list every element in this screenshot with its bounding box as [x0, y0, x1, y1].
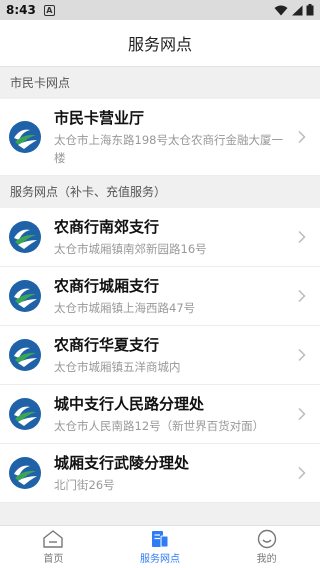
service-points-list[interactable]: 市民卡网点 市民卡营业厅 太仓市上海东路198号太仓农商行金融大厦一楼 服务网点… [0, 67, 320, 525]
tab-service-points-label: 服务网点 [140, 554, 180, 565]
tab-home-label: 首页 [43, 554, 64, 565]
tab-profile[interactable]: 我的 [213, 526, 320, 568]
wifi-icon [274, 5, 288, 15]
chevron-right-icon [298, 289, 306, 303]
chevron-right-icon [298, 230, 306, 244]
bank-logo-icon [9, 398, 41, 430]
item-name: 城中支行人民路分理处 [54, 395, 205, 413]
list-item[interactable]: 农商行城厢支行 太仓市城厢镇上海西路47号 [0, 267, 320, 326]
bank-logo-icon [9, 339, 41, 371]
item-address: 太仓市城厢镇五洋商城内 [54, 360, 181, 374]
chevron-right-icon [298, 348, 306, 362]
status-bar: 8:43 A [0, 0, 320, 20]
page-title: 服务网点 [127, 35, 192, 54]
section-header-citizen-card: 市民卡网点 [0, 67, 320, 99]
smiley-profile-icon [257, 529, 276, 549]
tab-profile-label: 我的 [256, 554, 277, 565]
list-item[interactable]: 农商行南郊支行 太仓市城厢镇南郊新园路16号 [0, 208, 320, 267]
item-address: 太仓市上海东路198号太仓农商行金融大厦一楼 [54, 133, 283, 165]
chevron-right-icon [298, 466, 306, 480]
app-header: 服务网点 [0, 20, 320, 67]
item-name: 农商行华夏支行 [54, 336, 160, 354]
section-header-service-points: 服务网点（补卡、充值服务） [0, 176, 320, 208]
status-time: 8:43 [6, 3, 36, 17]
service-points-icon [152, 531, 169, 548]
list-item[interactable]: 农商行华夏支行 太仓市城厢镇五洋商城内 [0, 326, 320, 385]
bottom-tab-bar: 首页 服务网点 我的 [0, 525, 320, 568]
chevron-right-icon [298, 407, 306, 421]
item-name: 农商行城厢支行 [54, 277, 160, 295]
item-name: 农商行南郊支行 [54, 218, 160, 236]
tab-service-points[interactable]: 服务网点 [107, 526, 214, 568]
item-address: 太仓市城厢镇南郊新园路16号 [54, 242, 207, 256]
bank-logo-icon [9, 280, 41, 312]
bank-logo-icon [9, 457, 41, 489]
item-address: 北门街26号 [54, 478, 115, 492]
item-name: 市民卡营业厅 [54, 109, 145, 127]
list-item[interactable]: 市民卡营业厅 太仓市上海东路198号太仓农商行金融大厦一楼 [0, 99, 320, 176]
notification-a-icon: A [43, 4, 55, 16]
bank-logo-icon [9, 221, 41, 253]
home-icon [43, 530, 64, 548]
status-icons [274, 4, 314, 16]
tab-home[interactable]: 首页 [0, 526, 107, 568]
chevron-right-icon [298, 130, 306, 144]
list-item[interactable]: 城厢支行武陵分理处 北门街26号 [0, 444, 320, 503]
signal-icon [292, 5, 303, 15]
bank-logo-icon [9, 121, 41, 153]
item-address: 太仓市人民南路12号（新世界百货对面） [54, 419, 265, 433]
item-name: 城厢支行武陵分理处 [54, 454, 190, 472]
list-item[interactable]: 城中支行人民路分理处 太仓市人民南路12号（新世界百货对面） [0, 385, 320, 444]
battery-icon [306, 4, 314, 16]
item-address: 太仓市城厢镇上海西路47号 [54, 301, 196, 315]
